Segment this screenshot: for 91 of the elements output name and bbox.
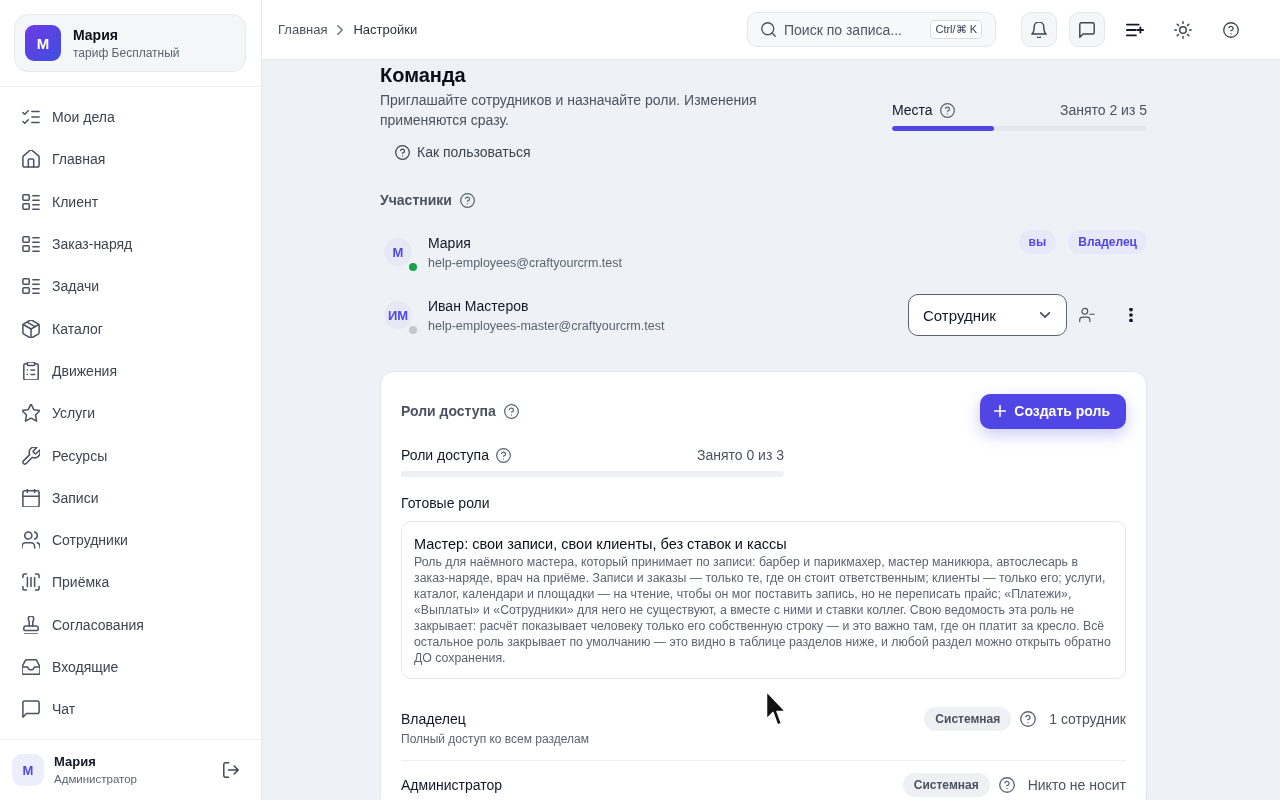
role-holders: Никто не носит [1027,777,1126,793]
role-description: Полный доступ ко всем разделам [401,731,589,747]
section-title: Участники [380,191,452,210]
help-icon[interactable] [1223,21,1239,38]
user-role: Администратор [54,772,137,787]
sidebar-item[interactable]: Входящие [0,645,253,689]
help-icon[interactable] [939,102,955,118]
quota-label: Роли доступа [401,446,489,465]
sidebar-item[interactable]: Задачи [0,265,253,308]
help-link[interactable]: Как пользоваться [395,138,531,166]
help-icon[interactable] [998,777,1015,793]
member-email: help-employees@craftyourcrm.test [428,255,622,271]
role-name: Администратор [401,776,502,795]
sidebar-item[interactable]: Услуги [0,392,253,435]
role-badge: Системная [902,773,990,797]
member-name: Мария [428,234,472,253]
help-icon [395,144,410,160]
help-icon[interactable] [459,192,475,208]
cube-icon [22,319,40,338]
star-icon [22,404,40,423]
member-badge: вы [1018,230,1057,254]
sun-icon[interactable] [1174,20,1192,39]
chevron-down-icon [1040,312,1050,318]
mouse-pointer-icon [765,690,787,727]
checklist-icon [22,108,40,127]
page-description: Приглашайте сотрудников и назначайте роли. Изменения применяются сразу. [380,91,758,130]
sidebar-item[interactable]: Мои дела [0,96,253,139]
calendar-icon [22,488,40,507]
sidebar-item[interactable]: Сотрудники [0,518,253,562]
role-holders: 1 сотрудник [1049,711,1126,727]
sidebar-item[interactable]: Чат [0,688,253,731]
avatar: М [12,754,44,786]
member-email: help-employees-master@craftyourcrm.test [428,318,665,334]
role-select[interactable]: Сотрудник [908,294,1067,336]
list-icon [22,277,40,296]
stamp-icon [22,615,40,634]
preset-role-card[interactable] [401,521,1126,679]
logout-icon[interactable] [223,762,239,778]
plan-label: тариф Бесплатный [73,44,180,61]
avatar: ИМ [384,301,412,329]
bell-icon [1031,21,1047,38]
sidebar-item[interactable]: Заказ-наряд [0,222,253,266]
sidebar-item[interactable]: Каталог [0,307,253,350]
list-icon [22,192,40,211]
sidebar-item[interactable]: Клиент [0,180,253,223]
role-name: Владелец [401,710,467,729]
member-badge: Владелец [1068,230,1147,254]
shortcut-hint: Ctrl/⌘ K [930,20,982,39]
help-icon[interactable] [503,403,519,419]
sidebar-item[interactable]: Главная [0,138,253,181]
page-title: Команда [380,63,466,88]
more-icon[interactable] [1129,308,1133,322]
workspace-card[interactable]: М Мария тариф Бесплатный [14,14,246,72]
avatar: М [25,25,61,61]
home-icon [22,150,40,169]
breadcrumb-item: Настройки [353,22,418,37]
sidebar-item[interactable]: Ресурсы [0,434,253,477]
plus-icon [994,405,1007,417]
create-role-button[interactable]: Создать роль [980,393,1126,429]
help-icon[interactable] [496,447,511,463]
chat-icon [1079,21,1095,38]
presets-title: Готовые роли [401,494,491,513]
inbox-icon [22,658,40,676]
quota-reading: Занято 0 из 3 [696,446,784,465]
card-title: Роли доступа [401,403,496,419]
user-minus-icon[interactable] [1079,307,1095,323]
role-badge: Системная [924,707,1012,731]
member-name: Иван Мастеров [428,297,530,316]
sidebar-item[interactable]: Согласования [0,603,253,646]
notifications-button[interactable] [1021,12,1057,47]
list-icon [22,235,40,254]
messages-button[interactable] [1069,12,1105,47]
sidebar-item[interactable]: Приёмка [0,561,253,604]
avatar: М [384,238,412,266]
sidebar-item[interactable]: Записи [0,476,253,519]
user-name: Мария [73,25,119,44]
user-name: Мария [54,753,97,770]
users-icon [22,531,40,550]
search-icon [761,22,776,37]
seats-label: Места [892,101,933,120]
preset-title: Мастер: свои записи, свои клиенты, без ставок и кассы [414,535,788,554]
wrench-icon [22,446,40,465]
breadcrumb-item[interactable]: Главная [278,22,328,37]
seats-reading: Занято 2 из 5 [1059,101,1147,120]
preset-description: Роль для наёмного мастера, который принимает по записи: барбер и парикмахер, мастер маникюра, автослесарь в заказ-наряде, врач на приёме. Записи и заказы — только те, где он стоит ответственным; клиенты — только его; услуги, каталог, календари и площадки — на чтение, чтобы он мог поставить запись, но не переписать прайс; «Платежи», «Выплаты» и «Сотрудники» для него не существуют, а вместе с ними и ставки коллег. Свою ведомость эта роль не закрывает: расчёт показывает человеку только его собственную строку — и это важно там, где он платит за кресло. Всё остальное роль закрывает по умолчанию — это видно в таблице разделов ниже, и любой раздел можно открыть обратно ДО сохранения. [414,554,1112,666]
clipboard-icon [22,361,40,380]
chevron-right-icon [337,24,344,35]
help-icon[interactable] [1020,711,1037,727]
chat-icon [22,700,40,719]
barcode-scan-icon [22,573,40,592]
sidebar-item[interactable]: Движения [0,349,253,393]
